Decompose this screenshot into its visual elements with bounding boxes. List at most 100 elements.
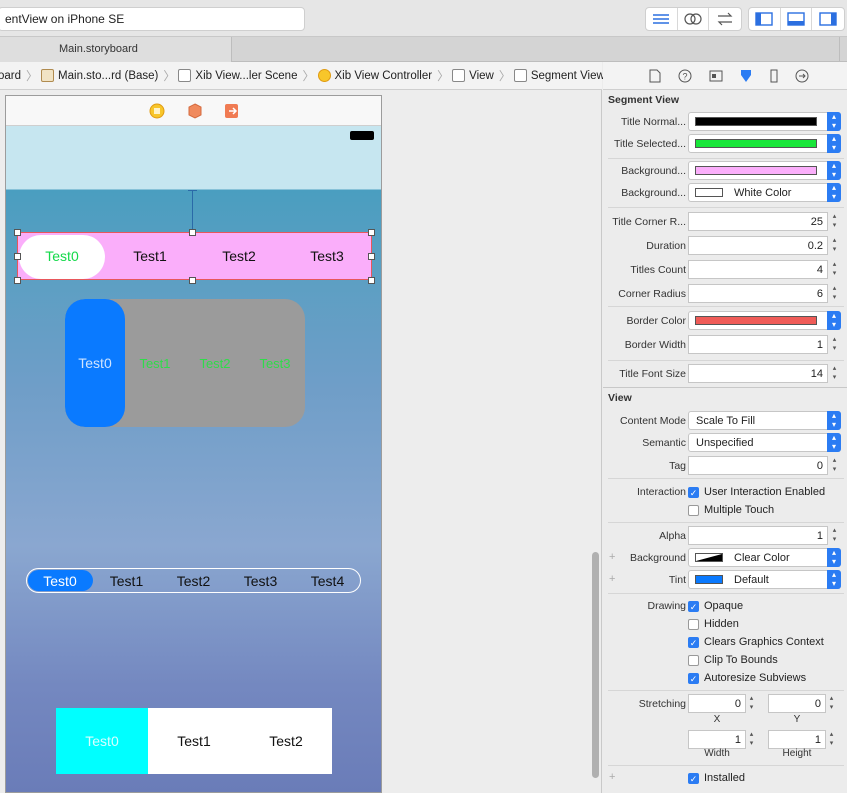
clip-to-bounds-checkbox[interactable]: Clip To Bounds	[688, 654, 778, 666]
stepper-icon[interactable]: ▴ ▾	[830, 364, 839, 383]
segment-item[interactable]: Test4	[294, 569, 361, 592]
border-color-well[interactable]: ▴ ▾	[688, 311, 841, 330]
stretch-x-field[interactable]: 0	[688, 694, 746, 713]
segment-item[interactable]: Test0	[18, 233, 106, 279]
border-width-field[interactable]: 1	[688, 335, 828, 354]
breadcrumb-item[interactable]: View	[452, 69, 494, 82]
device-screen[interactable]: Test0 Test1 Test2 Test3 Test0 Test1 Test…	[6, 126, 381, 792]
version-editor-button[interactable]	[709, 8, 741, 30]
tint-color-well[interactable]: Default ▴ ▾	[688, 570, 841, 589]
resize-handle[interactable]	[14, 277, 21, 284]
assistant-editor-button[interactable]	[678, 8, 710, 30]
new-tab-area[interactable]	[839, 37, 847, 62]
breadcrumb-item[interactable]: Xib View...ler Scene	[178, 69, 297, 82]
utilities-toggle[interactable]	[812, 8, 844, 30]
resize-handle[interactable]	[368, 229, 375, 236]
identity-inspector-icon[interactable]	[709, 70, 723, 82]
segment-item[interactable]: Test0	[27, 569, 93, 592]
standard-editor-button[interactable]	[646, 8, 678, 30]
vertical-scrollbar[interactable]	[592, 552, 599, 778]
alpha-field[interactable]: 1	[688, 526, 828, 545]
background2-color-well[interactable]: White Color ▴ ▾	[688, 183, 841, 202]
tab-main-storyboard[interactable]: Main.storyboard	[0, 37, 232, 62]
plus-icon[interactable]: +	[609, 551, 615, 563]
segment-item[interactable]: Test1	[106, 233, 194, 279]
debug-area-toggle[interactable]	[781, 8, 813, 30]
view-controller-icon[interactable]	[149, 103, 165, 119]
background-color-well[interactable]: Clear Color ▴ ▾	[688, 548, 841, 567]
duration-field[interactable]: 0.2	[688, 236, 828, 255]
segment-view-1[interactable]: Test0 Test1 Test2 Test3	[17, 232, 372, 280]
file-inspector-icon[interactable]	[649, 69, 661, 83]
breadcrumb-item[interactable]: oard	[0, 70, 21, 82]
stepper-icon[interactable]: ▴ ▾	[830, 526, 839, 545]
segment-item[interactable]: Test2	[240, 708, 332, 774]
hidden-checkbox[interactable]: Hidden	[688, 618, 739, 630]
titles-count-field[interactable]: 4	[688, 260, 828, 279]
resize-handle[interactable]	[368, 253, 375, 260]
background1-color-well[interactable]: ▴ ▾	[688, 161, 841, 180]
attributes-inspector-icon[interactable]	[739, 69, 753, 83]
scheme-selector[interactable]: entView on iPhone SE	[0, 7, 305, 31]
content-mode-popup[interactable]: Scale To Fill ▴ ▾	[688, 411, 841, 430]
plus-icon[interactable]: +	[609, 573, 615, 585]
stepper-icon[interactable]: ▴ ▾	[747, 730, 756, 749]
segment-item[interactable]: Test1	[125, 299, 185, 427]
segment-item[interactable]: Test0	[56, 708, 148, 774]
title-selected-color-well[interactable]: ▴ ▾	[688, 134, 841, 153]
title-font-size-field[interactable]: 14	[688, 364, 828, 383]
resize-handle[interactable]	[189, 229, 196, 236]
navigator-toggle[interactable]	[749, 8, 781, 30]
segment-item[interactable]: Test1	[93, 569, 160, 592]
plus-icon[interactable]: +	[609, 771, 615, 783]
resize-handle[interactable]	[368, 277, 375, 284]
corner-r-field[interactable]: 25	[688, 212, 828, 231]
segment-item[interactable]: Test3	[227, 569, 294, 592]
segment-item[interactable]: Test3	[283, 233, 371, 279]
stepper-icon[interactable]: ▴ ▾	[830, 260, 839, 279]
segment-item[interactable]: Test2	[160, 569, 227, 592]
breadcrumb-item[interactable]: Xib View Controller	[317, 69, 432, 82]
corner-radius-field[interactable]: 6	[688, 284, 828, 303]
stepper-icon[interactable]: ▴ ▾	[830, 236, 839, 255]
stretch-height-field[interactable]: 1	[768, 730, 826, 749]
breadcrumb-item[interactable]: Segment View	[513, 69, 605, 82]
stepper-icon[interactable]: ▴ ▾	[747, 694, 756, 713]
connections-inspector-icon[interactable]	[795, 69, 809, 83]
stepper-icon[interactable]: ▴ ▾	[830, 284, 839, 303]
tag-field[interactable]: 0	[688, 456, 828, 475]
breadcrumb-item[interactable]: Main.sto...rd (Base)	[41, 69, 158, 82]
user-interaction-checkbox[interactable]: ✓ User Interaction Enabled	[688, 486, 825, 498]
segment-view-2[interactable]: Test0 Test1 Test2 Test3	[65, 299, 305, 427]
segment-item[interactable]: Test2	[195, 233, 283, 279]
segment-item[interactable]: Test2	[185, 299, 245, 427]
stretch-y-field[interactable]: 0	[768, 694, 826, 713]
stretch-width-field[interactable]: 1	[688, 730, 746, 749]
segment-item[interactable]: Test0	[65, 299, 125, 427]
stepper-icon[interactable]: ▴ ▾	[827, 730, 836, 749]
size-inspector-icon[interactable]	[770, 69, 778, 83]
storyboard-canvas[interactable]: Test0 Test1 Test2 Test3 Test0 Test1 Test…	[0, 90, 602, 793]
semantic-popup[interactable]: Unspecified ▴ ▾	[688, 433, 841, 452]
stepper-icon[interactable]: ▴ ▾	[830, 456, 839, 475]
autoresize-checkbox[interactable]: ✓ Autoresize Subviews	[688, 672, 806, 684]
segment-item[interactable]: Test1	[148, 708, 240, 774]
opaque-checkbox[interactable]: ✓ Opaque	[688, 600, 743, 612]
exit-icon[interactable]	[224, 103, 240, 119]
installed-checkbox[interactable]: ✓ Installed	[688, 772, 745, 784]
segment-item[interactable]: Test3	[245, 299, 305, 427]
segment-view-4[interactable]: Test0 Test1 Test2	[56, 708, 332, 774]
stepper-icon[interactable]: ▴ ▾	[830, 212, 839, 231]
stepper-icon[interactable]: ▴ ▾	[830, 335, 839, 354]
stepper-icon[interactable]: ▴ ▾	[827, 694, 836, 713]
first-responder-icon[interactable]	[187, 103, 203, 119]
clears-graphics-checkbox[interactable]: ✓ Clears Graphics Context	[688, 636, 824, 648]
resize-handle[interactable]	[189, 277, 196, 284]
view-controller-scene[interactable]: Test0 Test1 Test2 Test3 Test0 Test1 Test…	[5, 95, 382, 793]
resize-handle[interactable]	[14, 229, 21, 236]
title-normal-color-well[interactable]: ▴ ▾	[688, 112, 841, 131]
help-inspector-icon[interactable]: ?	[678, 69, 692, 83]
multiple-touch-checkbox[interactable]: Multiple Touch	[688, 504, 774, 516]
resize-handle[interactable]	[14, 253, 21, 260]
segment-view-3[interactable]: Test0 Test1 Test2 Test3 Test4	[26, 568, 361, 593]
